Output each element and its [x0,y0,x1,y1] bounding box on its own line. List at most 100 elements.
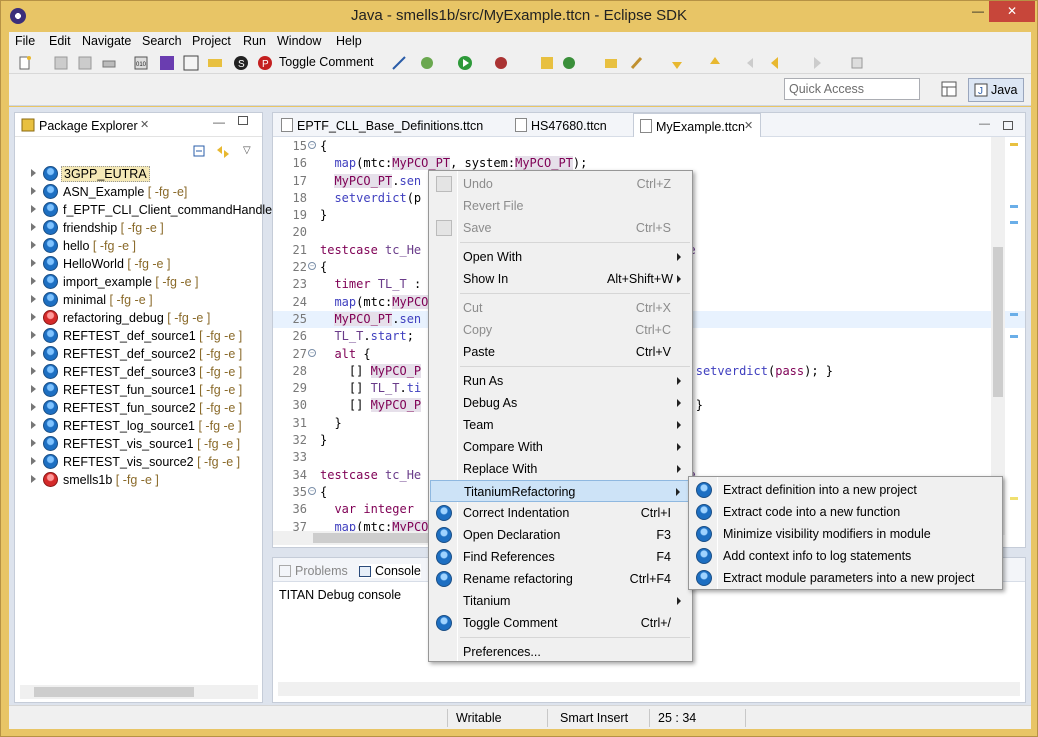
expand-arrow-icon[interactable] [31,277,36,285]
quick-access-input[interactable]: Quick Access [784,78,920,100]
print-icon[interactable] [101,55,117,71]
open-perspective-icon[interactable] [940,80,958,98]
project-tree-item[interactable]: REFTEST_def_source2 [ -fg -e ] [15,345,262,363]
context-menu-item[interactable]: Rename refactoring Ctrl+F4 [430,568,691,590]
s-icon[interactable]: S [233,55,249,71]
menu-help[interactable]: Help [336,34,362,48]
context-menu-item[interactable]: TitaniumRefactoring [430,480,691,502]
context-menu-item[interactable]: Preferences... [430,641,691,663]
skip-breakpoints-icon[interactable] [391,55,407,71]
titan-build-icon[interactable] [183,55,199,71]
expand-arrow-icon[interactable] [31,349,36,357]
tab-myexample[interactable]: MyExample.ttcn ✕ [633,113,761,137]
context-menu-item[interactable]: Debug As [430,392,691,414]
new-icon[interactable] [17,55,33,71]
project-tree-item[interactable]: HelloWorld [ -fg -e ] [15,255,262,273]
expand-arrow-icon[interactable] [31,367,36,375]
context-menu-item[interactable]: Revert File [430,195,691,217]
editor-vscroll-thumb[interactable] [993,247,1003,397]
submenu-item[interactable]: Extract code into a new function [690,501,1001,523]
menu-edit[interactable]: Edit [49,34,71,48]
project-tree-item[interactable]: f_EPTF_CLI_Client_commandHandle [15,201,272,219]
submenu-item[interactable]: Extract module parameters into a new pro… [690,567,1001,589]
expand-arrow-icon[interactable] [31,457,36,465]
project-tree-item[interactable]: REFTEST_vis_source1 [ -fg -e ] [15,435,262,453]
tab-eptf-cll[interactable]: EPTF_CLL_Base_Definitions.ttcn [275,113,503,137]
project-tree-item[interactable]: REFTEST_fun_source1 [ -fg -e ] [15,381,262,399]
project-tree-item[interactable]: REFTEST_vis_source2 [ -fg -e ] [15,453,262,471]
prev-annotation-icon[interactable] [707,55,723,71]
expand-arrow-icon[interactable] [31,385,36,393]
maximize-editor-icon[interactable] [1003,121,1013,130]
external-tools-icon[interactable] [493,55,509,71]
context-menu-item[interactable]: Titanium [430,590,691,612]
debug-icon[interactable] [419,55,435,71]
fold-toggle-icon[interactable]: − [308,348,316,357]
context-menu-item[interactable]: Toggle Comment Ctrl+/ [430,612,691,634]
warning-marker[interactable] [1010,497,1018,500]
context-menu-item[interactable]: Compare With [430,436,691,458]
tab-hs47680[interactable]: HS47680.ttcn [509,113,631,137]
last-edit-icon[interactable] [745,55,761,71]
close-view-icon[interactable]: ✕ [140,118,149,131]
project-tree-item[interactable]: REFTEST_def_source3 [ -fg -e ] [15,363,262,381]
expand-arrow-icon[interactable] [31,439,36,447]
warning-marker[interactable] [1010,143,1018,146]
menu-file[interactable]: File [15,34,35,48]
pkg-hscroll-thumb[interactable] [34,687,194,697]
occurrence-marker[interactable] [1010,205,1018,208]
project-tree-item[interactable]: ASN_Example [ -fg -e] [15,183,262,201]
fold-toggle-icon[interactable]: − [308,141,316,149]
submenu-item[interactable]: Minimize visibility modifiers in module [690,523,1001,545]
expand-arrow-icon[interactable] [31,169,36,177]
occurrence-marker[interactable] [1010,313,1018,316]
save-all-icon[interactable] [77,55,93,71]
pin-editor-icon[interactable] [849,55,865,71]
view-menu-icon[interactable]: ▽ [243,145,251,156]
tab-problems[interactable]: Problems [279,564,348,578]
occurrence-marker[interactable] [1010,335,1018,338]
context-menu-item[interactable]: Open Declaration F3 [430,524,691,546]
menu-search[interactable]: Search [142,34,182,48]
context-menu-item[interactable]: Run As [430,370,691,392]
back-icon[interactable] [769,55,785,71]
project-tree-item[interactable]: REFTEST_log_source1 [ -fg -e ] [15,417,262,435]
menu-run[interactable]: Run [243,34,266,48]
save-icon[interactable] [53,55,69,71]
run-icon[interactable] [457,55,473,71]
menu-navigate[interactable]: Navigate [82,34,131,48]
package-explorer-tab[interactable]: Package Explorer ✕ — [15,113,262,137]
toggle-comment-button[interactable]: Toggle Comment [279,55,374,69]
expand-arrow-icon[interactable] [31,241,36,249]
context-menu-item[interactable]: Show In Alt+Shift+W [430,268,691,290]
fold-toggle-icon[interactable]: − [308,262,316,271]
code-line[interactable]: 15−{ [273,138,1025,155]
expand-arrow-icon[interactable] [31,313,36,321]
project-tree-item[interactable]: friendship [ -fg -e ] [15,219,262,237]
expand-arrow-icon[interactable] [31,223,36,231]
new-java-project-icon[interactable] [539,55,555,71]
context-menu-item[interactable]: Open With [430,246,691,268]
new-class-icon[interactable] [561,55,577,71]
pkg-hscrollbar[interactable] [20,685,258,699]
next-annotation-icon[interactable] [669,55,685,71]
menu-window[interactable]: Window [277,34,321,48]
submenu-item[interactable]: Add context info to log statements [690,545,1001,567]
p-icon[interactable]: P [257,55,273,71]
close-tab-icon[interactable]: ✕ [744,119,753,132]
expand-arrow-icon[interactable] [31,259,36,267]
context-menu-item[interactable]: Find References F4 [430,546,691,568]
expand-arrow-icon[interactable] [31,421,36,429]
context-menu-item[interactable]: Correct Indentation Ctrl+I [430,502,691,524]
search-icon[interactable] [629,55,645,71]
build-icon[interactable]: 010 [133,55,149,71]
project-tree-item[interactable]: hello [ -fg -e ] [15,237,262,255]
titan-icon[interactable] [207,55,223,71]
expand-arrow-icon[interactable] [31,475,36,483]
expand-arrow-icon[interactable] [31,205,36,213]
menu-project[interactable]: Project [192,34,231,48]
context-menu-item[interactable]: Paste Ctrl+V [430,341,691,363]
forward-icon[interactable] [807,55,823,71]
expand-arrow-icon[interactable] [31,403,36,411]
java-perspective-button[interactable]: J Java [968,78,1024,102]
